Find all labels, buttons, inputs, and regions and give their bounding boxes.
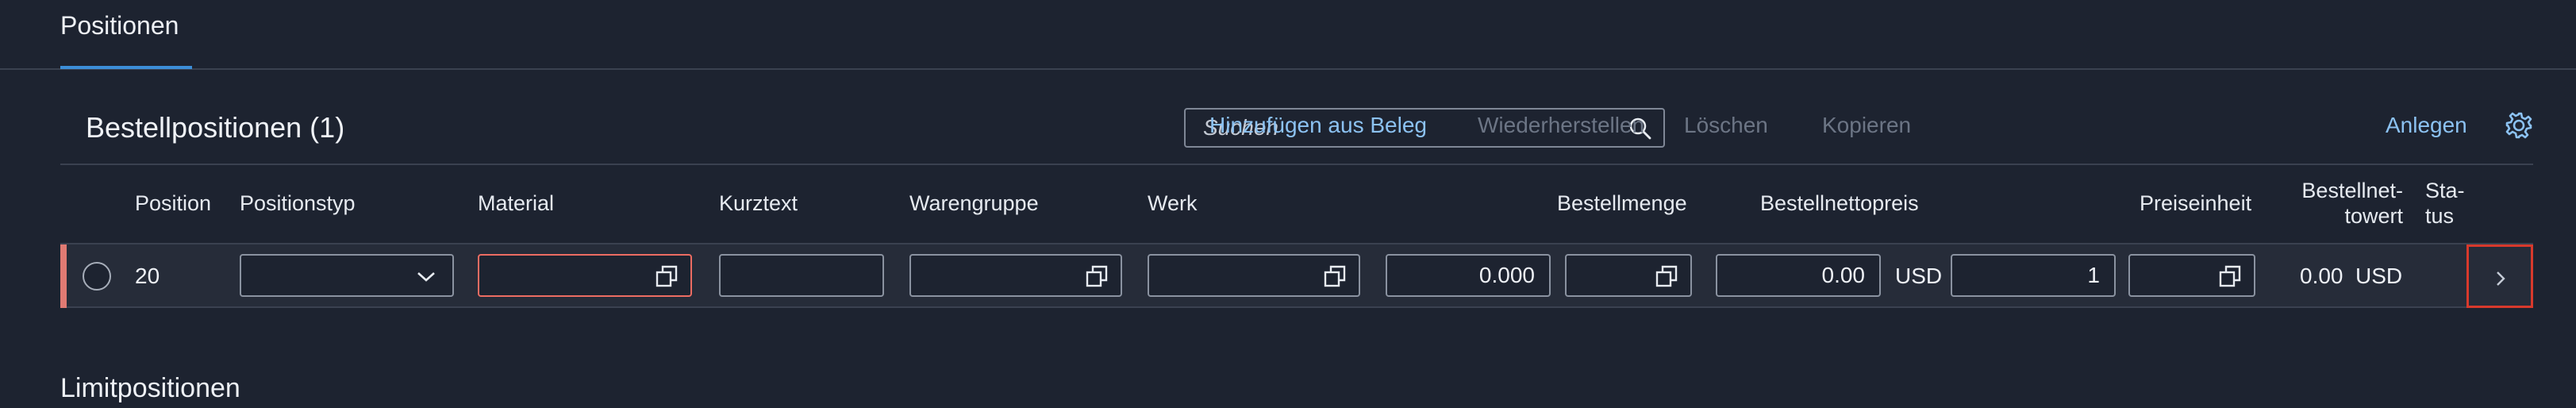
- material-field[interactable]: [478, 254, 692, 297]
- column-header-status-line1: Sta-: [2425, 179, 2465, 202]
- order-unit-field[interactable]: [1565, 254, 1692, 297]
- price-unit-quantity-field[interactable]: 1: [1951, 254, 2116, 297]
- material-group-field[interactable]: [909, 254, 1122, 297]
- row-navigation-button[interactable]: [2466, 244, 2533, 308]
- item-type-select[interactable]: [240, 254, 454, 297]
- limit-positions-title: Limitpositionen: [60, 373, 240, 403]
- row-error-indicator: [60, 244, 67, 308]
- quantity-value: 0.000: [1478, 263, 1535, 287]
- column-header-status-line2: tus: [2425, 204, 2455, 228]
- column-header-net-value-line2: towert: [2344, 204, 2403, 228]
- value-help-icon[interactable]: [656, 265, 678, 287]
- settings-icon[interactable]: [2503, 110, 2535, 141]
- position-value: 20: [135, 264, 160, 288]
- active-tab-indicator: [60, 66, 192, 69]
- column-header-net-value[interactable]: Bestellnet- towert: [2295, 178, 2403, 229]
- chevron-right-icon[interactable]: [2494, 269, 2507, 288]
- column-header-net-price[interactable]: Bestellnettopreis: [1760, 191, 1919, 216]
- copy-button[interactable]: Kopieren: [1822, 113, 1911, 138]
- column-header-material-group[interactable]: Warengruppe: [909, 191, 1039, 216]
- column-header-price-unit[interactable]: Preiseinheit: [2140, 191, 2251, 216]
- chevron-down-icon[interactable]: [416, 268, 436, 284]
- column-header-plant[interactable]: Werk: [1148, 191, 1198, 216]
- column-header-material[interactable]: Material: [478, 191, 554, 216]
- column-header-position[interactable]: Position: [135, 191, 211, 216]
- price-unit-quantity-value: 1: [2087, 263, 2100, 287]
- plant-field[interactable]: [1148, 254, 1360, 297]
- order-items-table: Bestellpositionen (1) Hinzufügen aus Bel…: [60, 94, 2533, 311]
- restore-button[interactable]: Wiederherstellen: [1478, 113, 1644, 138]
- quantity-field[interactable]: 0.000: [1386, 254, 1551, 297]
- table-title: Bestellpositionen (1): [86, 111, 345, 144]
- value-help-icon[interactable]: [2219, 265, 2241, 287]
- table-divider: [60, 164, 2533, 165]
- column-header-short-text[interactable]: Kurztext: [719, 191, 798, 216]
- column-header-net-value-line1: Bestellnet-: [2301, 179, 2403, 202]
- row-select-radio[interactable]: [83, 262, 111, 291]
- tab-positionen[interactable]: Positionen: [60, 11, 179, 55]
- add-from-document-button[interactable]: Hinzufügen aus Beleg: [1209, 113, 1427, 138]
- section-tab-bar: Positionen: [0, 0, 2576, 70]
- column-header-item-type[interactable]: Positionstyp: [240, 191, 356, 216]
- column-header-status[interactable]: Sta- tus: [2425, 178, 2465, 229]
- column-header-quantity[interactable]: Bestellmenge: [1557, 191, 1687, 216]
- net-value-currency: USD: [2355, 264, 2403, 288]
- delete-button[interactable]: Löschen: [1684, 113, 1768, 138]
- table-row[interactable]: 20 0.000 0.00 USD 1 0.00 USD: [60, 244, 2533, 308]
- net-price-value: 0.00: [1821, 263, 1866, 287]
- net-price-currency: USD: [1895, 264, 1943, 288]
- value-help-icon[interactable]: [1655, 265, 1678, 287]
- price-unit-field[interactable]: [2128, 254, 2255, 297]
- value-help-icon[interactable]: [1086, 265, 1108, 287]
- value-help-icon[interactable]: [1324, 265, 1346, 287]
- create-button[interactable]: Anlegen: [2386, 113, 2467, 138]
- net-value-amount: 0.00: [2300, 264, 2343, 288]
- short-text-field[interactable]: [719, 254, 884, 297]
- net-price-field[interactable]: 0.00: [1716, 254, 1881, 297]
